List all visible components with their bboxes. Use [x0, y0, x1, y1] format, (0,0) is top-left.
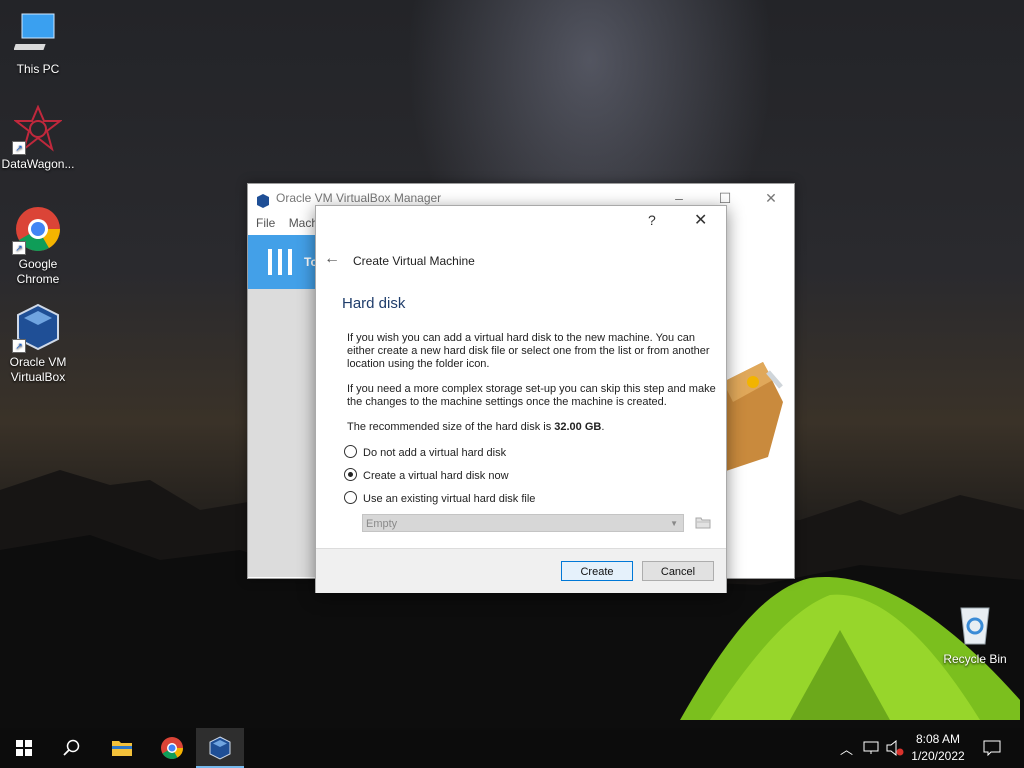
taskbar-clock[interactable]: 8:08 AM 1/20/2022 — [900, 731, 976, 765]
recommended-size-text: The recommended size of the hard disk is… — [347, 421, 717, 434]
virtualbox-icon — [209, 736, 231, 760]
desktop-icon-google-chrome[interactable]: ↗ Google Chrome — [0, 205, 76, 287]
windows-icon — [16, 740, 32, 756]
wizard-title: Create Virtual Machine — [353, 254, 475, 268]
description-paragraph: If you wish you can add a virtual hard d… — [347, 332, 710, 370]
virtualbox-icon — [256, 190, 270, 218]
virtualbox-icon: ↗ — [12, 303, 62, 353]
page-title: Hard disk — [342, 295, 406, 312]
back-arrow-icon[interactable]: ← — [324, 250, 340, 268]
desktop-icon-label: This PC — [16, 62, 60, 76]
notification-icon[interactable] — [983, 740, 1001, 756]
recommended-size-value: 32.00 GB — [554, 421, 602, 433]
radio-existing-hard-disk[interactable]: Use an existing virtual hard disk file — [344, 491, 535, 507]
create-vm-dialog: ? ✕ ← Create Virtual Machine Hard disk I… — [315, 205, 727, 593]
desktop-icon-label: DataWagon... — [1, 157, 75, 171]
chevron-up-icon[interactable]: ︿ — [840, 739, 853, 758]
desktop-icon-label: Google Chrome — [16, 257, 60, 286]
radio-label: Use an existing virtual hard disk file — [363, 493, 536, 505]
search-button[interactable] — [48, 728, 96, 768]
taskbar-virtualbox[interactable] — [196, 728, 244, 768]
chrome-icon: ↗ — [12, 205, 62, 255]
radio-label: Create a virtual hard disk now — [363, 470, 509, 482]
taskbar-file-explorer[interactable] — [98, 728, 146, 768]
cancel-button[interactable]: Cancel — [642, 561, 714, 581]
folder-icon — [112, 741, 132, 756]
menu-file[interactable]: File — [256, 216, 275, 230]
clock-date: 1/20/2022 — [911, 749, 965, 763]
computer-icon — [13, 10, 62, 58]
close-button[interactable]: ✕ — [694, 210, 707, 230]
dialog-titlebar: ? ✕ — [316, 206, 726, 236]
shortcut-arrow-icon: ↗ — [12, 339, 26, 353]
close-button[interactable]: ✕ — [748, 184, 794, 212]
desktop-icon-recycle-bin[interactable]: Recycle Bin — [937, 600, 1013, 667]
menu-machine[interactable]: Mach — [289, 216, 318, 230]
radio-no-hard-disk[interactable]: Do not add a virtual hard disk — [344, 445, 506, 461]
recycle-bin-icon — [951, 600, 999, 648]
dialog-footer: Create Cancel — [316, 548, 726, 593]
recommended-size-prefix: The recommended size of the hard disk is — [347, 421, 555, 433]
create-button[interactable]: Create — [561, 561, 633, 581]
window-title: Oracle VM VirtualBox Manager — [276, 191, 442, 205]
desktop-icon-virtualbox[interactable]: ↗ Oracle VM VirtualBox — [0, 303, 76, 385]
taskbar: ︿ 8:08 AM 1/20/2022 — [0, 728, 1024, 768]
datawagon-icon: ↗ — [12, 104, 63, 155]
toolbox-illustration — [723, 362, 783, 472]
desktop-icon-label: Oracle VM VirtualBox — [9, 355, 67, 384]
radio-button[interactable] — [344, 468, 357, 481]
network-icon[interactable] — [863, 741, 879, 755]
shortcut-arrow-icon: ↗ — [12, 241, 26, 255]
desktop-icon-datawagon[interactable]: ↗ DataWagon... — [0, 104, 76, 172]
tools-item[interactable]: To — [248, 235, 318, 289]
chevron-down-icon: ▼ — [670, 519, 678, 528]
radio-button[interactable] — [344, 491, 357, 504]
taskbar-chrome[interactable] — [148, 728, 196, 768]
wizard-header: ← Create Virtual Machine — [316, 250, 726, 272]
radio-create-hard-disk[interactable]: Create a virtual hard disk now — [344, 468, 509, 484]
recommended-size-suffix: . — [601, 421, 605, 433]
tools-icon — [268, 249, 292, 275]
vm-list-pane — [248, 289, 318, 577]
radio-label: Do not add a virtual hard disk — [363, 447, 507, 459]
clock-time: 8:08 AM — [915, 732, 961, 746]
search-icon — [63, 739, 80, 756]
description-paragraph: If you need a more complex storage set-u… — [347, 383, 716, 408]
start-button[interactable] — [0, 728, 48, 768]
select-value: Empty — [366, 518, 398, 530]
radio-button[interactable] — [344, 445, 357, 458]
folder-icon[interactable] — [695, 515, 711, 529]
desktop-icon-this-pc[interactable]: This PC — [0, 10, 76, 77]
desktop-icon-label: Recycle Bin — [943, 652, 1007, 666]
shortcut-arrow-icon: ↗ — [12, 141, 26, 155]
hard-disk-file-select[interactable]: Empty ▼ — [362, 514, 684, 532]
help-button[interactable]: ? — [648, 212, 656, 228]
chrome-icon — [161, 737, 183, 759]
